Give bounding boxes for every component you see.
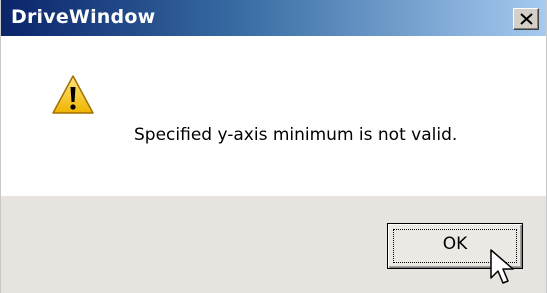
mouse-pointer-icon — [490, 249, 514, 284]
error-message: Specified y-axis minimum is not valid. — [134, 125, 458, 145]
dialog-window: DriveWindow Specified y-axis minimum is … — [0, 0, 547, 293]
close-button[interactable] — [513, 8, 539, 30]
warning-icon — [52, 75, 94, 114]
close-icon — [520, 13, 533, 25]
window-title: DriveWindow — [11, 6, 156, 28]
title-bar[interactable]: DriveWindow — [1, 0, 546, 36]
message-area — [1, 36, 546, 196]
